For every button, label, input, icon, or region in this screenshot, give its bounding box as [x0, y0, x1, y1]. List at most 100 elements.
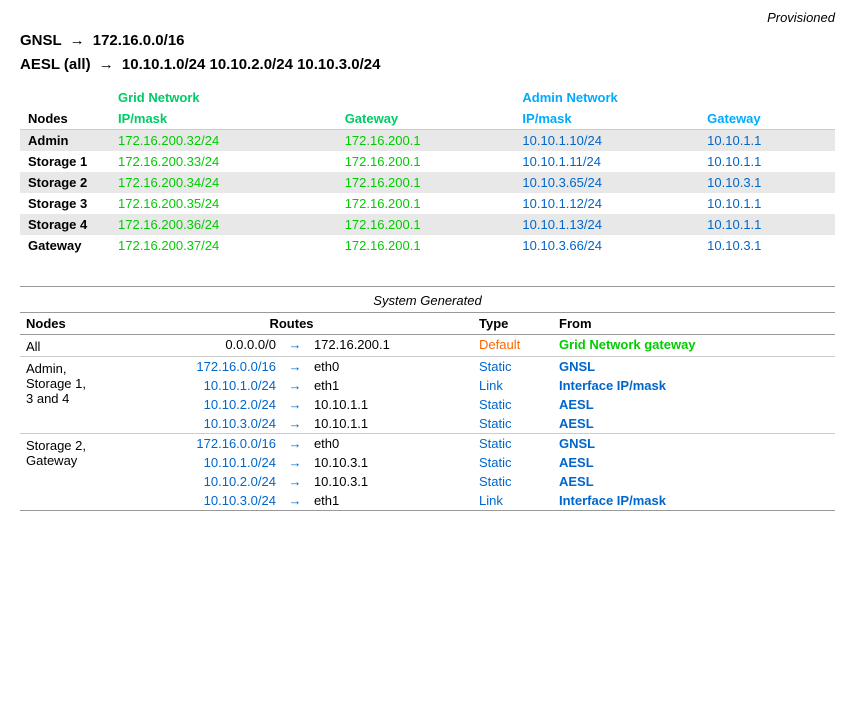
t2-from: AESL	[553, 453, 835, 472]
t2-route-to: 10.10.3.1	[310, 472, 473, 491]
gnsl-line: GNSL → 172.16.0.0/16	[20, 29, 835, 53]
t1-grid-ip: 172.16.200.35/24	[110, 193, 337, 214]
route-row: 10.10.2.0/24 → 10.10.3.1 Static AESL	[20, 472, 835, 491]
gnsl-label: GNSL	[20, 32, 61, 49]
t2-from: Interface IP/mask	[553, 491, 835, 511]
t1-grid-gw: 172.16.200.1	[337, 193, 515, 214]
t2-arrow: →	[280, 434, 310, 454]
t2-route-from: 10.10.2.0/24	[110, 395, 280, 414]
aesl-label: AESL (all)	[20, 56, 91, 73]
t2-arrow: →	[280, 357, 310, 377]
table-row: Storage 3 172.16.200.35/24 172.16.200.1 …	[20, 193, 835, 214]
t1-node: Admin	[20, 130, 110, 152]
t2-type: Link	[473, 376, 553, 395]
t1-grid-ip-subheader: IP/mask	[110, 108, 337, 130]
route-row: Storage 2,Gateway 172.16.0.0/16 → eth0 S…	[20, 434, 835, 454]
t2-nodes: Storage 2,Gateway	[20, 434, 110, 511]
t1-grid-ip: 172.16.200.34/24	[110, 172, 337, 193]
t1-admin-gw: 10.10.1.1	[699, 130, 835, 152]
network-table: Grid Network Admin Network Nodes IP/mask…	[20, 87, 835, 256]
t1-admin-gw: 10.10.1.1	[699, 214, 835, 235]
t2-type: Static	[473, 357, 553, 377]
route-row: 10.10.3.0/24 → eth1 Link Interface IP/ma…	[20, 491, 835, 511]
t2-nodes: All	[20, 335, 110, 357]
t1-node: Storage 2	[20, 172, 110, 193]
t2-from: AESL	[553, 414, 835, 434]
grid-network-header: Grid Network	[110, 87, 514, 108]
t2-arrow: →	[280, 414, 310, 434]
provisioned-status: Provisioned	[20, 10, 835, 25]
t1-node: Gateway	[20, 235, 110, 256]
t1-admin-gw: 10.10.1.1	[699, 151, 835, 172]
t2-type: Default	[473, 335, 553, 357]
table-row: Gateway 172.16.200.37/24 172.16.200.1 10…	[20, 235, 835, 256]
table-row: Storage 2 172.16.200.34/24 172.16.200.1 …	[20, 172, 835, 193]
gnsl-value: 172.16.0.0/16	[93, 32, 185, 49]
t1-grid-ip: 172.16.200.33/24	[110, 151, 337, 172]
t1-grid-ip: 172.16.200.32/24	[110, 130, 337, 152]
table-row: Storage 4 172.16.200.36/24 172.16.200.1 …	[20, 214, 835, 235]
route-row: Admin,Storage 1,3 and 4 172.16.0.0/16 → …	[20, 357, 835, 377]
t1-admin-ip: 10.10.3.65/24	[514, 172, 699, 193]
t1-admin-gw: 10.10.3.1	[699, 172, 835, 193]
t2-route-to: eth1	[310, 376, 473, 395]
t2-from: Grid Network gateway	[553, 335, 835, 357]
t2-from-header: From	[553, 313, 835, 335]
t2-nodes-header: Nodes	[20, 313, 110, 335]
t1-grid-gw-subheader: Gateway	[337, 108, 515, 130]
t1-col-nodes-header	[20, 87, 110, 108]
t2-from: GNSL	[553, 434, 835, 454]
t2-type: Link	[473, 491, 553, 511]
aesl-line: AESL (all) → 10.10.1.0/24 10.10.2.0/24 1…	[20, 53, 835, 77]
t1-admin-ip: 10.10.1.13/24	[514, 214, 699, 235]
t2-arrow: →	[280, 335, 310, 357]
t2-route-from: 172.16.0.0/16	[110, 434, 280, 454]
t1-grid-gw: 172.16.200.1	[337, 235, 515, 256]
t2-type: Static	[473, 395, 553, 414]
t2-from: GNSL	[553, 357, 835, 377]
t2-route-from: 10.10.3.0/24	[110, 414, 280, 434]
t1-admin-gw-subheader: Gateway	[699, 108, 835, 130]
t2-from: AESL	[553, 472, 835, 491]
t2-route-to: 10.10.1.1	[310, 414, 473, 434]
t1-grid-gw: 172.16.200.1	[337, 214, 515, 235]
t1-grid-gw: 172.16.200.1	[337, 172, 515, 193]
route-row: 10.10.1.0/24 → eth1 Link Interface IP/ma…	[20, 376, 835, 395]
t1-node: Storage 1	[20, 151, 110, 172]
t1-admin-gw: 10.10.1.1	[699, 193, 835, 214]
system-generated-label: System Generated	[20, 293, 835, 308]
t2-nodes: Admin,Storage 1,3 and 4	[20, 357, 110, 434]
aesl-values: 10.10.1.0/24 10.10.2.0/24 10.10.3.0/24	[122, 56, 381, 73]
t2-arrow: →	[280, 453, 310, 472]
t2-route-to: eth0	[310, 357, 473, 377]
t2-route-to: 10.10.1.1	[310, 395, 473, 414]
route-row: 10.10.3.0/24 → 10.10.1.1 Static AESL	[20, 414, 835, 434]
t2-arrow: →	[280, 472, 310, 491]
t1-grid-ip: 172.16.200.37/24	[110, 235, 337, 256]
t2-arrow: →	[280, 376, 310, 395]
t2-route-from: 10.10.1.0/24	[110, 453, 280, 472]
admin-network-header: Admin Network	[514, 87, 835, 108]
t1-nodes-subheader: Nodes	[20, 108, 110, 130]
t1-grid-gw: 172.16.200.1	[337, 151, 515, 172]
t2-route-to: eth0	[310, 434, 473, 454]
t2-route-from: 10.10.2.0/24	[110, 472, 280, 491]
route-row: 10.10.2.0/24 → 10.10.1.1 Static AESL	[20, 395, 835, 414]
routes-table: Nodes Routes Type From All 0.0.0.0/0 → 1…	[20, 312, 835, 511]
t2-from: AESL	[553, 395, 835, 414]
t1-admin-ip: 10.10.1.11/24	[514, 151, 699, 172]
t1-node: Storage 4	[20, 214, 110, 235]
t2-type: Static	[473, 434, 553, 454]
t2-route-to: 172.16.200.1	[310, 335, 473, 357]
t1-admin-ip-subheader: IP/mask	[514, 108, 699, 130]
gnsl-arrow: →	[70, 29, 85, 53]
t2-route-from: 172.16.0.0/16	[110, 357, 280, 377]
route-row: All 0.0.0.0/0 → 172.16.200.1 Default Gri…	[20, 335, 835, 357]
route-row: 10.10.1.0/24 → 10.10.3.1 Static AESL	[20, 453, 835, 472]
t1-admin-ip: 10.10.1.10/24	[514, 130, 699, 152]
header-section: GNSL → 172.16.0.0/16 AESL (all) → 10.10.…	[20, 29, 835, 77]
t2-routes-header: Routes	[110, 313, 473, 335]
t2-route-from: 10.10.1.0/24	[110, 376, 280, 395]
t1-admin-gw: 10.10.3.1	[699, 235, 835, 256]
table-row: Storage 1 172.16.200.33/24 172.16.200.1 …	[20, 151, 835, 172]
